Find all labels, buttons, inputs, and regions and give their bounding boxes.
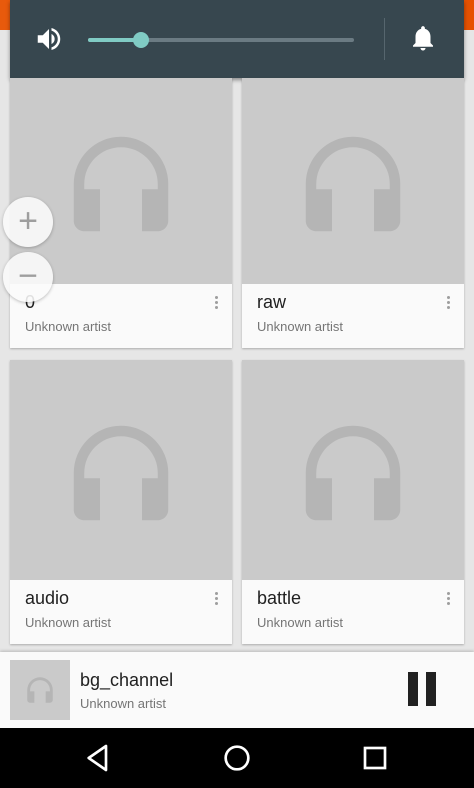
overflow-menu-icon[interactable] xyxy=(442,590,454,612)
zoom-in-button[interactable]: + xyxy=(3,197,53,247)
status-bar-edge xyxy=(0,0,10,30)
album-artist: Unknown artist xyxy=(257,615,343,630)
headphones-icon xyxy=(73,136,169,232)
now-playing-bar[interactable]: bg_channel Unknown artist xyxy=(0,652,474,728)
navigation-bar xyxy=(0,728,474,788)
bell-icon[interactable] xyxy=(408,22,438,54)
recents-square-icon[interactable] xyxy=(359,742,391,774)
album-art xyxy=(10,360,232,580)
now-playing-art xyxy=(10,660,70,720)
album-artist: Unknown artist xyxy=(257,319,343,334)
album-card[interactable]: raw Unknown artist xyxy=(242,78,464,348)
album-grid: 0 Unknown artist raw Unknown artist audi… xyxy=(0,78,474,652)
overflow-menu-icon[interactable] xyxy=(210,294,222,316)
headphones-icon xyxy=(305,136,401,232)
overflow-menu-icon[interactable] xyxy=(442,294,454,316)
now-playing-artist: Unknown artist xyxy=(80,696,166,711)
volume-panel xyxy=(10,0,464,78)
headphones-icon xyxy=(305,425,401,521)
headphones-icon xyxy=(27,677,53,703)
back-triangle-icon[interactable] xyxy=(82,742,114,774)
album-card[interactable]: audio Unknown artist xyxy=(10,360,232,644)
album-artist: Unknown artist xyxy=(25,319,111,334)
volume-slider[interactable] xyxy=(88,32,354,48)
album-card[interactable]: battle Unknown artist xyxy=(242,360,464,644)
album-title: battle xyxy=(257,588,302,608)
album-title: raw xyxy=(257,292,287,312)
album-art xyxy=(242,360,464,580)
volume-slider-thumb[interactable] xyxy=(133,32,150,48)
album-title: audio xyxy=(25,588,70,608)
overflow-menu-icon[interactable] xyxy=(210,590,222,612)
headphones-icon xyxy=(73,425,169,521)
album-art xyxy=(242,78,464,284)
album-artist: Unknown artist xyxy=(25,615,111,630)
volume-divider xyxy=(384,18,385,60)
volume-up-icon[interactable] xyxy=(34,24,64,54)
pause-icon[interactable] xyxy=(402,670,442,710)
now-playing-title: bg_channel xyxy=(80,670,174,690)
zoom-out-button[interactable]: − xyxy=(3,252,53,302)
album-art xyxy=(10,78,232,284)
home-circle-icon[interactable] xyxy=(221,742,253,774)
